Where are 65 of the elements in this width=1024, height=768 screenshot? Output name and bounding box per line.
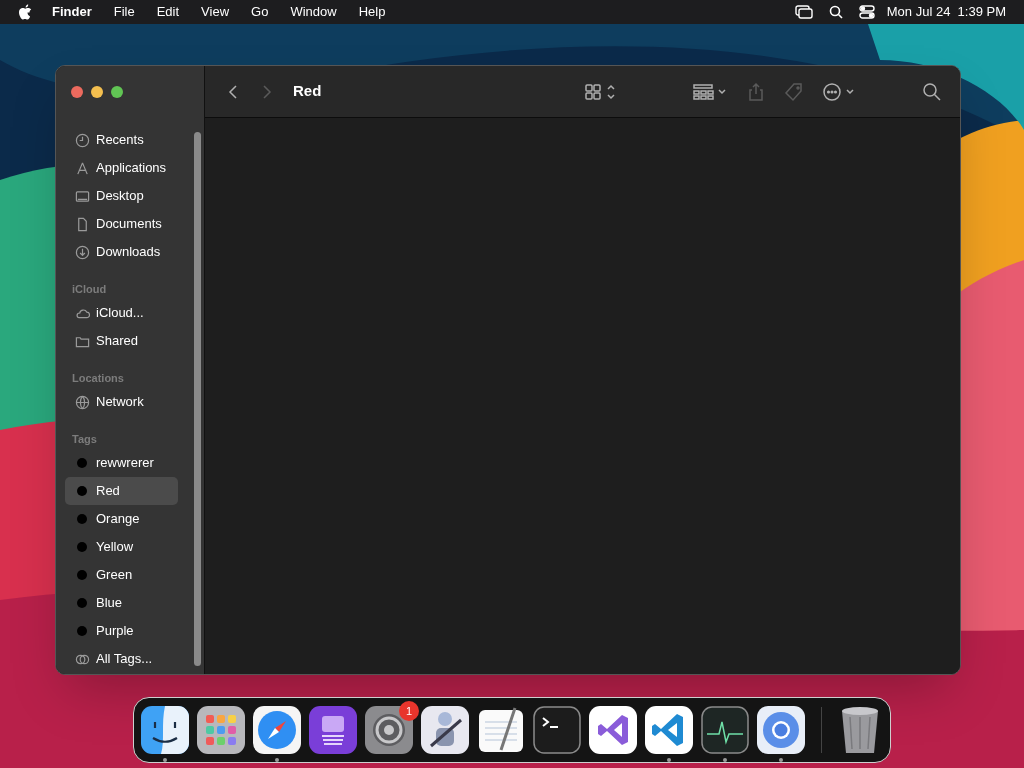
tag-dot-icon (76, 541, 88, 553)
more-button[interactable] (822, 81, 856, 102)
sidebar-item[interactable]: Applications (65, 154, 178, 182)
ribbon-app-icon[interactable] (645, 706, 693, 754)
sidebar-item[interactable]: Documents (65, 210, 178, 238)
search-button[interactable] (922, 81, 942, 102)
desktop-icon (74, 188, 90, 204)
terminal-app-icon[interactable] (533, 706, 581, 754)
clock-icon (74, 132, 90, 148)
sidebar-item[interactable]: Yellow (65, 533, 178, 561)
notification-badge: 1 (399, 701, 419, 721)
notepad-app-icon[interactable] (477, 706, 525, 754)
tag-dot-icon (76, 457, 88, 469)
scrollbar[interactable] (194, 132, 201, 666)
sidebar-item[interactable]: Blue (65, 589, 178, 617)
control-center-icon[interactable] (858, 5, 875, 19)
section-header: iCloud (71, 282, 108, 296)
infinity-app-icon[interactable] (589, 706, 637, 754)
sidebar-item[interactable]: Shared (65, 327, 178, 355)
sidebar-item[interactable]: Desktop (65, 182, 178, 210)
clock-text[interactable]: Mon Jul 24 1:39 PM (886, 2, 1006, 22)
browser-app-icon[interactable] (757, 706, 805, 754)
apple-logo-icon[interactable] (18, 4, 32, 20)
section-header: Locations (71, 371, 125, 385)
view-mode-button[interactable] (584, 81, 616, 102)
tag-dot-icon (76, 569, 88, 581)
group-button[interactable] (692, 81, 728, 102)
tag-dot-icon (76, 625, 88, 637)
sidebar-item[interactable]: rewwrerer (65, 449, 178, 477)
menu-item[interactable]: Help (358, 2, 386, 22)
sidebar-item[interactable]: iCloud... (65, 299, 178, 327)
sidebar-item[interactable]: All Tags... (65, 645, 178, 673)
sidebar-item[interactable]: Purple (65, 617, 178, 645)
monitor-app-icon[interactable] (701, 706, 749, 754)
menu-item[interactable]: Go (251, 2, 269, 22)
sidebar-item[interactable]: Orange (65, 505, 178, 533)
minimize-button[interactable] (91, 86, 103, 98)
sidebar-item[interactable]: Recents (65, 126, 178, 154)
apps-icon (74, 160, 90, 176)
windows-icon[interactable] (794, 5, 813, 19)
section-header: Tags (71, 432, 98, 446)
window-title: Red (293, 81, 322, 102)
robot-app-icon[interactable] (421, 706, 469, 754)
zoom-button[interactable] (111, 86, 123, 98)
sidebar-item[interactable]: Downloads (65, 238, 178, 266)
stack-app-icon[interactable] (309, 706, 357, 754)
sidebar-item[interactable]: Network (65, 388, 178, 416)
close-button[interactable] (71, 86, 83, 98)
menu-item[interactable]: File (113, 2, 135, 22)
app-menu[interactable]: Finder (52, 2, 92, 22)
globe-icon (74, 394, 90, 410)
menu-item[interactable]: Window (290, 2, 337, 22)
sidebar-item[interactable]: Red (65, 477, 178, 505)
finder-app-icon[interactable] (141, 706, 189, 754)
launchpad-app-icon[interactable] (197, 706, 245, 754)
search-icon[interactable] (828, 5, 843, 19)
compass-app-icon[interactable] (253, 706, 301, 754)
gear-app-icon[interactable] (365, 706, 413, 754)
tag-dot-icon (76, 597, 88, 609)
menu-item[interactable]: View (201, 2, 230, 22)
menu-item[interactable]: Edit (156, 2, 180, 22)
tag-dot-icon (76, 513, 88, 525)
sidebar-item[interactable]: Green (65, 561, 178, 589)
tag-dot-icon (76, 485, 88, 497)
download-icon (74, 244, 90, 260)
